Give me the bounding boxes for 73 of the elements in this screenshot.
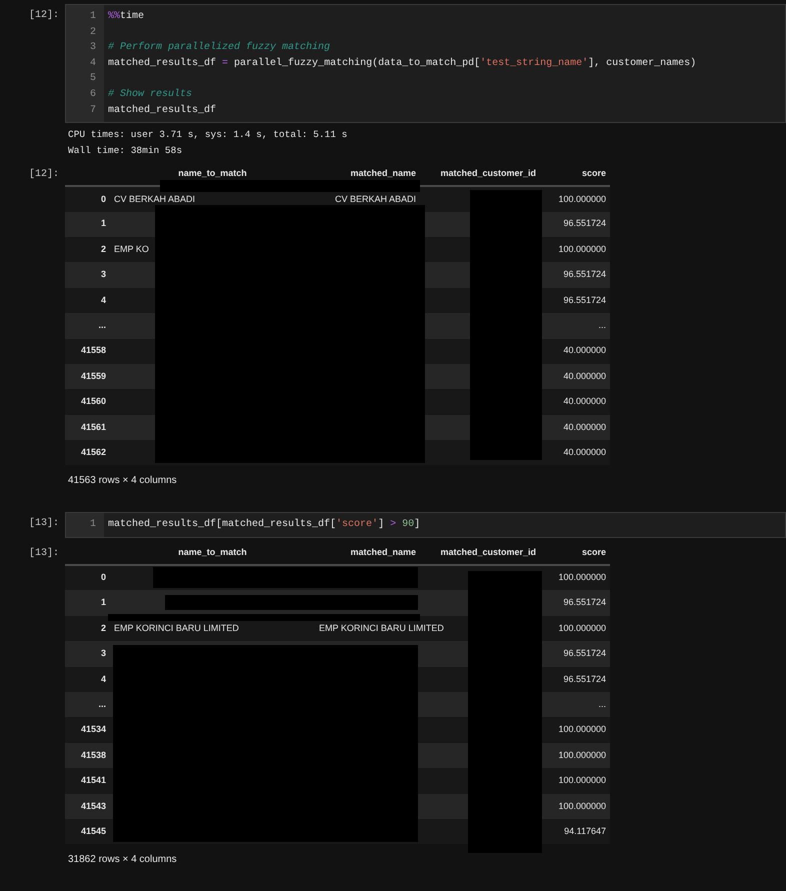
code-line: matched_results_df[matched_results_df['score'] > 90] — [108, 518, 420, 532]
code-line: %%time — [108, 10, 146, 24]
row-index: 41543 — [80, 800, 106, 810]
row-index: 41545 — [80, 826, 106, 836]
output-text: CPU times: user 3.71 s, sys: 1.4 s, total: 5.11 s — [68, 128, 348, 142]
row-count: 41563 rows × 4 columns — [67, 474, 178, 488]
table-cell: 96.551724 — [563, 597, 606, 608]
table-cell: 96.551724 — [563, 269, 606, 280]
table-cell: 100.000000 — [558, 244, 606, 254]
row-index: ... — [98, 698, 106, 709]
table-cell: 100.000000 — [558, 622, 606, 633]
row-index: 1 — [100, 597, 106, 608]
code-line: # Show results — [108, 88, 194, 102]
code-line: matched_results_df = parallel_fuzzy_matching(data_to_match_pd['test_string_name'], customer_names) — [108, 56, 696, 71]
table-cell: 94.117647 — [564, 826, 606, 836]
line-number: 4 — [88, 56, 96, 71]
row-index: 41561 — [80, 422, 106, 432]
table-cell: 40.000000 — [563, 447, 606, 457]
cell-prompt: [13]: — [28, 516, 60, 532]
row-index: 41534 — [80, 724, 106, 734]
line-number: 6 — [88, 88, 96, 102]
table-cell: 100.000000 — [558, 194, 606, 204]
code-line: matched_results_df — [108, 104, 218, 118]
row-index: 1 — [100, 218, 106, 228]
row-index: 41562 — [80, 447, 106, 457]
row-index: ... — [98, 320, 106, 330]
table-cell: 96.551724 — [563, 218, 606, 228]
row-index: 41558 — [80, 345, 106, 356]
table-cell: 40.000000 — [563, 370, 606, 381]
code-line: # Perform parallelized fuzzy matching — [108, 40, 332, 56]
code-editor[interactable]: 1 matched_results_df[matched_results_df['score'] > 90] — [65, 512, 786, 538]
output-prompt: [13]: — [28, 546, 60, 562]
line-number: 5 — [88, 72, 96, 86]
table-cell: 40.000000 — [563, 422, 606, 432]
output-prompt: [12]: — [28, 168, 60, 182]
table-cell: 96.551724 — [563, 674, 606, 684]
table-cell: EMP KORINCI BARU LIMITED — [114, 622, 239, 633]
line-number: 7 — [88, 104, 96, 118]
table-cell: CV BERKAH ABADI — [334, 194, 416, 204]
table-cell: 40.000000 — [563, 345, 606, 356]
table-cell: CV BERKAH ABADI — [114, 194, 196, 204]
table-cell: ... — [598, 320, 606, 330]
row-index: 2 — [100, 244, 106, 254]
output-text: Wall time: 38min 58s — [68, 144, 184, 158]
table-cell: EMP KORINCI BARU LIMITED — [319, 622, 444, 633]
table-cell: 100.000000 — [558, 800, 606, 810]
cell-prompt: [12]: — [28, 8, 60, 23]
code-editor[interactable]: 1 2 3 4 5 6 7 %%time # Perform parallelized fuzzy matching matched_results_df = parallel_fuzzy_matching(data_to_match_pd['test_string_name'], customer_names) # Show results matched_results_df — [65, 4, 786, 124]
table-cell: 100.000000 — [558, 724, 606, 734]
line-number: 1 — [88, 518, 96, 532]
row-index: 0 — [100, 194, 106, 204]
line-number: 2 — [88, 26, 96, 40]
table-cell: 100.000000 — [558, 775, 606, 786]
table-cell: 96.551724 — [563, 648, 606, 658]
table-cell: ... — [598, 698, 606, 709]
table-cell: 100.000000 — [558, 750, 606, 760]
table-cell: EMP KO — [114, 244, 149, 254]
table-cell: 96.551724 — [563, 294, 606, 305]
row-index: 0 — [100, 572, 106, 582]
table-cell: 40.000000 — [563, 396, 606, 406]
row-index: 3 — [100, 648, 106, 658]
row-index: 4 — [100, 674, 106, 684]
row-index: 41560 — [80, 396, 106, 406]
row-count: 31862 rows × 4 columns — [67, 853, 178, 868]
line-number: 1 — [88, 10, 96, 24]
line-number: 3 — [88, 41, 96, 56]
row-index: 4 — [100, 294, 106, 305]
row-index: 41559 — [80, 370, 106, 381]
row-index: 2 — [100, 622, 106, 633]
row-index: 41538 — [80, 750, 106, 760]
row-index: 3 — [100, 269, 106, 280]
row-index: 41541 — [80, 775, 106, 786]
table-cell: 100.000000 — [558, 572, 606, 582]
